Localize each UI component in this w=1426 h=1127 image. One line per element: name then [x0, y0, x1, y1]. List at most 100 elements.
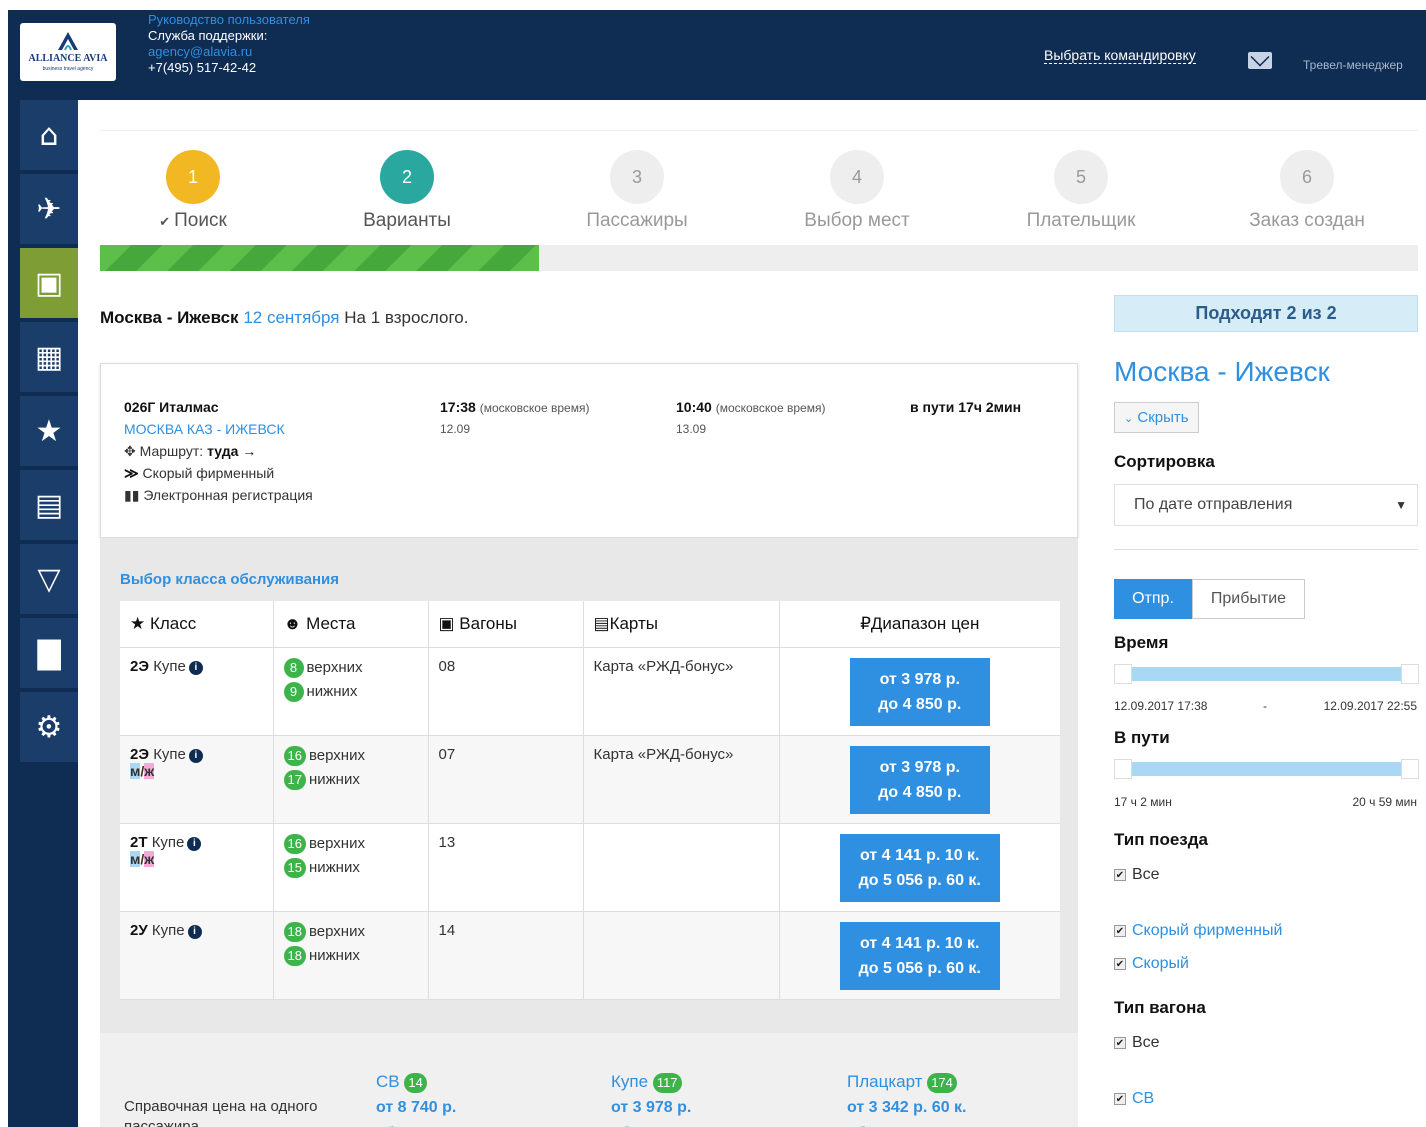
price-from: от 3 978 р.: [879, 670, 960, 688]
hide-filters-button[interactable]: ⌄ Скрыть: [1114, 402, 1199, 433]
cell-seats: 18 верхних 18 нижних: [273, 911, 429, 1000]
upper-seats-label: верхних: [306, 658, 363, 676]
reference-fee: сбор 0 р.: [611, 1121, 691, 1127]
info-icon[interactable]: i: [188, 748, 203, 763]
arrival-date: 13.09: [676, 422, 707, 436]
reference-label: Справочная цена на одного пассажира: [124, 1098, 318, 1127]
route-arrow-icon: →: [242, 443, 257, 459]
car-type-all-checkbox[interactable]: ✔ Все: [1114, 1034, 1160, 1052]
step-3: 3 Пассажиры: [537, 150, 737, 232]
col-price-label: Диапазон цен: [870, 613, 980, 633]
sidebar-item-document[interactable]: ▤: [20, 470, 78, 542]
support-phone: +7(495) 517-42-42: [148, 60, 257, 75]
star-icon: ★: [130, 613, 146, 633]
upper-seats-label: верхних: [308, 922, 365, 940]
select-price-button[interactable]: от 4 141 р. 10 к. до 5 056 р. 60 к.: [839, 921, 1000, 990]
train-card: 026Г Италмас МОСКВА КАЗ - ИЖЕВСК ✥ Маршр…: [100, 363, 1078, 538]
cell-cards: Карта «РЖД-бонус»: [583, 735, 780, 824]
reference-class-link[interactable]: Плацкарт: [847, 1072, 922, 1091]
search-summary: Москва - Ижевск 12 сентября На 1 взросло…: [100, 308, 468, 328]
card-icon: ▤: [593, 613, 610, 633]
table-row: 2Э Купе i 8 верхних 9 нижних 08 Карта «РЖД-бону…: [120, 647, 1060, 736]
time-slider-max-handle[interactable]: [1401, 664, 1419, 684]
time-slider-min-handle[interactable]: [1114, 664, 1132, 684]
step-label-text: Пассажиры: [586, 210, 688, 231]
car-type-sv-label: СВ: [1132, 1090, 1155, 1107]
search-date[interactable]: 12 сентября: [243, 308, 339, 327]
travel-time-heading: В пути: [1114, 728, 1170, 747]
info-icon[interactable]: i: [187, 836, 202, 851]
travel-time-slider: [1114, 759, 1419, 779]
logo[interactable]: ALLIANCE AVIA business travel agency: [20, 23, 116, 81]
step-label-text: Варианты: [363, 210, 451, 231]
sidebar-item-train[interactable]: ▣: [20, 248, 78, 320]
table-row: 2Т Купе i м/ж 16 верхних 15 нижних 13 от 4 141 р…: [120, 823, 1060, 912]
mail-icon[interactable]: [1248, 52, 1272, 69]
sidebar-item-settings[interactable]: ⚙: [20, 692, 78, 764]
user-role-menu[interactable]: Тревел-менеджер: [1303, 58, 1403, 72]
step-label: Плательщик: [981, 210, 1181, 232]
class-code: 2Э: [130, 745, 150, 763]
tab-departure[interactable]: Отпр.: [1114, 579, 1192, 619]
sidebar-item-cart[interactable]: ▽: [20, 544, 78, 616]
time-separator: -: [1263, 699, 1267, 713]
reference-seats-count: 14: [404, 1073, 427, 1093]
document-icon: ▤: [34, 487, 64, 523]
route-label: Маршрут:: [139, 443, 204, 459]
support-info: Руководство пользователя Служба поддержк…: [148, 12, 310, 76]
select-price-button[interactable]: от 4 141 р. 10 к. до 5 056 р. 60 к.: [839, 833, 1000, 902]
reference-class-link[interactable]: СВ: [376, 1072, 400, 1091]
support-email-link[interactable]: agency@alavia.ru: [148, 44, 310, 60]
train-type-fast-checkbox[interactable]: ✔ Скорый: [1114, 955, 1189, 973]
sidebar-item-star[interactable]: ★: [20, 396, 78, 468]
sidebar-item-plane[interactable]: ✈: [20, 174, 78, 246]
time-heading: Время: [1114, 633, 1169, 652]
step-4: 4 Выбор мест: [757, 150, 957, 232]
home-icon: ⌂: [39, 117, 59, 153]
cell-cards: [583, 823, 780, 912]
reference-seats-count: 174: [927, 1073, 957, 1093]
train-route: ✥ Маршрут: туда →: [124, 443, 256, 460]
select-price-button[interactable]: от 3 978 р. до 4 850 р.: [849, 657, 990, 726]
select-price-button[interactable]: от 3 978 р. до 4 850 р.: [849, 745, 990, 814]
class-type: Купе: [153, 657, 186, 675]
train-type-all-checkbox[interactable]: ✔ Все: [1114, 866, 1160, 884]
cell-price: от 3 978 р. до 4 850 р.: [779, 647, 1060, 736]
upper-seats-label: верхних: [308, 746, 365, 764]
info-icon[interactable]: i: [187, 924, 202, 939]
page: ALLIANCE AVIA business travel agency Рук…: [0, 0, 1426, 1127]
reference-col: СВ 14 от 8 740 р. сбор 0 р.: [376, 1069, 456, 1127]
lower-seats-count: 18: [283, 945, 306, 966]
train-type-fast-branded-checkbox[interactable]: ✔ Скорый фирменный: [1114, 922, 1282, 940]
gender-compartment-badge: м/ж: [130, 850, 155, 867]
sidebar-item-home[interactable]: ⌂: [20, 100, 78, 172]
info-icon[interactable]: i: [188, 660, 203, 675]
cell-class: 2Э Купе i м/ж: [120, 735, 274, 824]
upper-seats: 8 верхних: [283, 657, 418, 678]
step-6: 6 Заказ создан: [1207, 150, 1407, 232]
car-type-heading: Тип вагона: [1114, 998, 1206, 1017]
sidebar-item-building[interactable]: ▦: [20, 322, 78, 394]
tab-arrival[interactable]: Прибытие: [1192, 579, 1305, 619]
choose-trip-link[interactable]: Выбрать командировку: [1044, 47, 1196, 64]
lower-seats-label: нижних: [308, 946, 360, 964]
user-guide-link[interactable]: Руководство пользователя: [148, 12, 310, 28]
sidebar-item-chart[interactable]: ▇: [20, 618, 78, 690]
travel-slider-min-handle[interactable]: [1114, 759, 1132, 779]
price-from: от 4 141 р. 10 к.: [860, 846, 980, 864]
col-cars-label: Вагоны: [459, 613, 517, 633]
col-cards-label: Карты: [609, 613, 659, 633]
car-type-sv-checkbox[interactable]: ✔ СВ: [1114, 1090, 1154, 1108]
progress-bar-fill: [100, 245, 539, 271]
male-label: м: [130, 762, 141, 779]
train-stations[interactable]: МОСКВА КАЗ - ИЖЕВСК: [124, 421, 285, 437]
step-circle: 6: [1280, 150, 1334, 204]
reference-class-link[interactable]: Купе: [611, 1072, 648, 1091]
barcode-icon: ▮▮: [124, 487, 140, 503]
train-category: ≫ Скорый фирменный: [124, 465, 274, 482]
cell-cards: Карта «РЖД-бонус»: [583, 647, 780, 736]
reference-col: Купе 117 от 3 978 р. сбор 0 р.: [611, 1069, 691, 1127]
travel-slider-max-handle[interactable]: [1401, 759, 1419, 779]
trip-duration: в пути 17ч 2мин: [910, 399, 1022, 415]
sort-select[interactable]: По дате отправления ▼: [1114, 484, 1418, 526]
